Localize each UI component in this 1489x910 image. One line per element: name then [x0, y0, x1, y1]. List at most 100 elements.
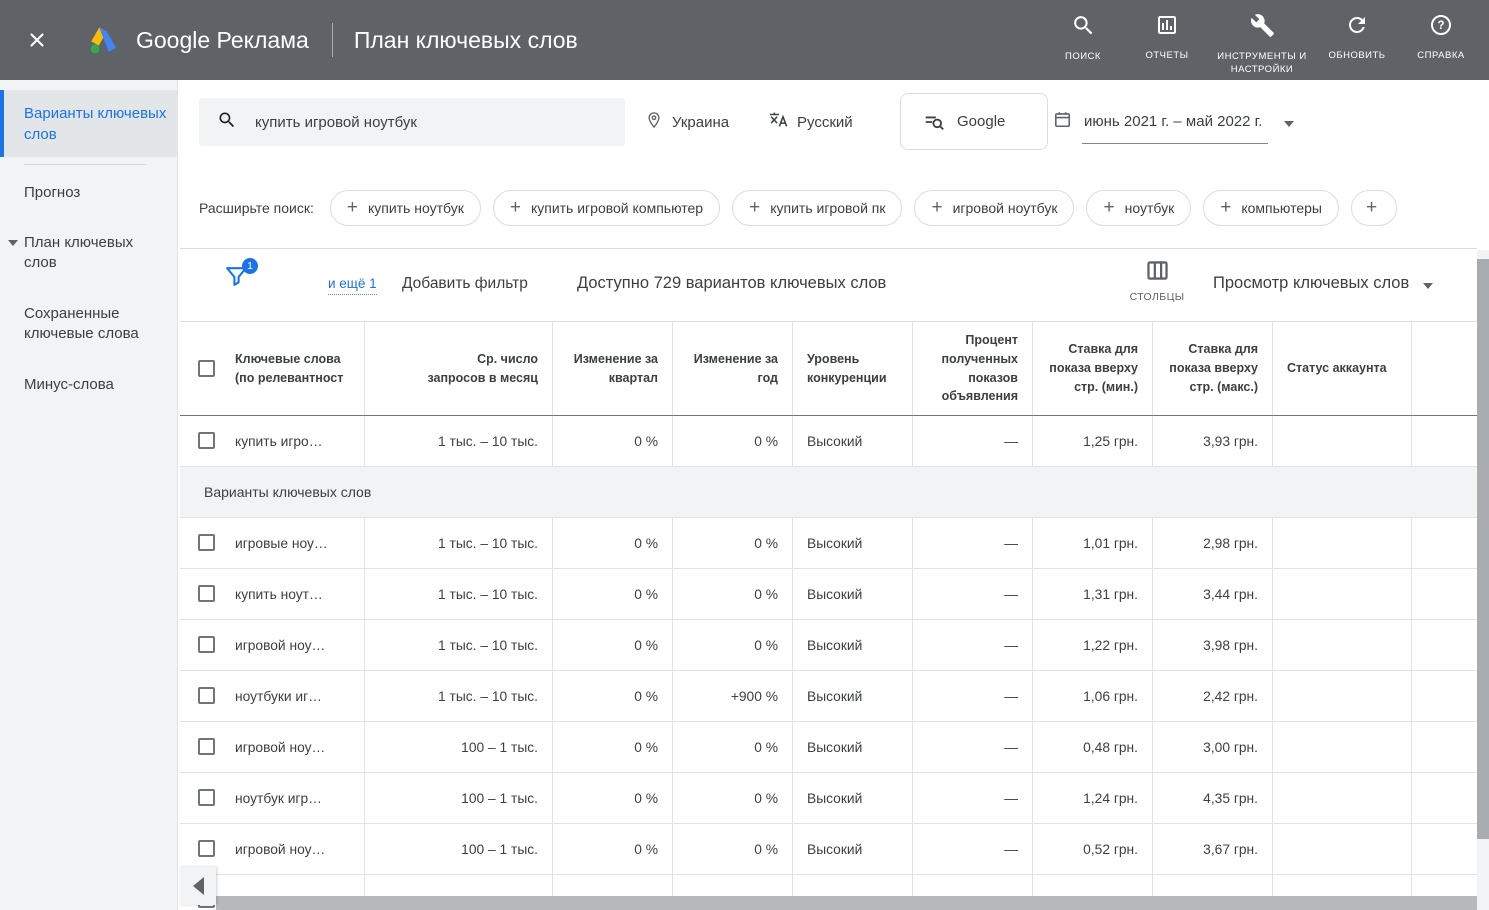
add-filter-button[interactable]: Добавить фильтр	[402, 275, 528, 293]
avg-monthly-searches-cell: 1 тыс. – 10 тыс.	[365, 518, 553, 568]
location-selector[interactable]: Украина	[645, 98, 729, 146]
top-bar: Google Реклама План ключевых слов ПОИСК …	[0, 0, 1489, 80]
wrench-icon	[1250, 13, 1275, 43]
header-avg-monthly-searches[interactable]: Ср. число запросов в месяц	[365, 322, 553, 415]
expand-keyword-chip[interactable]: + компьютеры	[1203, 190, 1339, 226]
table-body: купить игро… 1 тыс. – 10 тыс. 0 % 0 % Вы…	[180, 416, 1477, 910]
expand-keyword-chip[interactable]: + купить игровой компьютер	[493, 190, 720, 226]
expand-keyword-chip[interactable]: +	[1351, 190, 1397, 226]
header-quarter-change[interactable]: Изменение за квартал	[553, 322, 673, 415]
keyword-text: игровой ноу…	[235, 638, 325, 653]
row-checkbox[interactable]	[198, 840, 215, 857]
view-selector[interactable]: Просмотр ключевых слов	[1213, 274, 1433, 293]
bid-low-cell: 1,22 грн.	[1033, 620, 1153, 670]
vertical-scrollbar-thumb[interactable]	[1477, 259, 1489, 839]
table-row[interactable]: купить игро… 1 тыс. – 10 тыс. 0 % 0 % Вы…	[180, 416, 1477, 467]
table-row[interactable]: купить ноут… 1 тыс. – 10 тыс. 0 % 0 % Вы…	[180, 569, 1477, 620]
row-checkbox[interactable]	[198, 585, 215, 602]
keyword-cell: купить игро…	[180, 416, 365, 466]
vertical-scrollbar[interactable]	[1477, 250, 1489, 910]
language-icon	[768, 110, 788, 134]
header-ad-impression-share[interactable]: Процент полученных показов объявления	[913, 322, 1033, 415]
sidebar-item-keyword-plan[interactable]: План ключевых слов	[0, 233, 169, 273]
location-value: Украина	[672, 114, 729, 131]
help-button[interactable]: ? СПРАВКА	[1399, 13, 1483, 62]
results-summary: Доступно 729 вариантов ключевых слов	[577, 274, 886, 293]
horizontal-scrollbar-thumb[interactable]	[216, 896, 1489, 910]
competition-cell: Высокий	[793, 773, 913, 823]
chip-label: купить ноутбук	[368, 200, 464, 216]
sidebar-item-label: Варианты ключевых слов	[24, 103, 177, 145]
location-pin-icon	[645, 110, 663, 135]
row-checkbox[interactable]	[198, 636, 215, 653]
table-row[interactable]: ноутбук игр… 100 – 1 тыс. 0 % 0 % Высоки…	[180, 773, 1477, 824]
plus-icon: +	[1220, 197, 1231, 219]
help-button-label: СПРАВКА	[1417, 49, 1464, 62]
header-year-change[interactable]: Изменение за год	[673, 322, 793, 415]
header-top-of-page-bid-low[interactable]: Ставка для показа вверху стр. (мин.)	[1033, 322, 1153, 415]
header-keywords[interactable]: Ключевые слова (по релевантност	[180, 322, 365, 415]
expand-keyword-chip[interactable]: + ноутбук	[1086, 190, 1191, 226]
expand-keyword-chip[interactable]: + игровой ноутбук	[914, 190, 1074, 226]
network-selector[interactable]: Google	[900, 93, 1048, 150]
close-icon[interactable]	[26, 29, 48, 51]
reports-button[interactable]: ОТЧЕТЫ	[1125, 13, 1209, 62]
reports-button-label: ОТЧЕТЫ	[1145, 49, 1188, 62]
sidebar-item-keyword-ideas[interactable]: Варианты ключевых слов	[0, 90, 177, 157]
bid-low-cell: 0,48 грн.	[1033, 722, 1153, 772]
row-checkbox[interactable]	[198, 687, 215, 704]
columns-button[interactable]: СТОЛБЦЫ	[1115, 261, 1199, 303]
year-change-cell: 0 %	[673, 773, 793, 823]
sidebar-item-forecast[interactable]: Прогноз	[0, 183, 169, 203]
google-ads-logo-icon	[86, 25, 120, 55]
search-button-label: ПОИСК	[1065, 50, 1101, 63]
chip-label: купить игровой пк	[770, 200, 885, 216]
tools-settings-button[interactable]: ИНСТРУМЕНТЫ И НАСТРОЙКИ	[1209, 13, 1315, 77]
network-value: Google	[957, 113, 1005, 130]
more-filters-link[interactable]: и ещё 1	[328, 276, 377, 295]
bid-high-cell: 4,35 грн.	[1153, 773, 1273, 823]
avg-monthly-searches-cell: 1 тыс. – 10 тыс.	[365, 671, 553, 721]
plus-icon: +	[1366, 197, 1377, 219]
keyword-search-input[interactable]: купить игровой ноутбук	[199, 98, 625, 146]
refresh-button[interactable]: ОБНОВИТЬ	[1315, 13, 1399, 62]
scroll-left-button[interactable]	[180, 867, 216, 905]
row-checkbox[interactable]	[198, 534, 215, 551]
search-icon	[1071, 13, 1096, 43]
header-account-status[interactable]: Статус аккаунта	[1273, 322, 1412, 415]
expand-keyword-chip[interactable]: + купить ноутбук	[330, 190, 481, 226]
table-row[interactable]: игровой ноу… 100 – 1 тыс. 0 % 0 % Высоки…	[180, 722, 1477, 773]
header-label: Статус аккаунта	[1287, 359, 1387, 378]
chevron-down-icon	[1423, 283, 1433, 289]
refresh-icon	[1345, 13, 1369, 42]
bid-low-cell: 0,52 грн.	[1033, 824, 1153, 874]
table-row[interactable]: игровой ноу… 1 тыс. – 10 тыс. 0 % 0 % Вы…	[180, 620, 1477, 671]
table-row[interactable]: игровые ноу… 1 тыс. – 10 тыс. 0 % 0 % Вы…	[180, 518, 1477, 569]
columns-button-label: СТОЛБЦЫ	[1130, 291, 1185, 303]
search-button[interactable]: ПОИСК	[1041, 13, 1125, 63]
date-range-selector[interactable]: июнь 2021 г. – май 2022 г.	[1053, 98, 1294, 146]
ad-impression-share-cell: —	[913, 773, 1033, 823]
expand-keyword-chip[interactable]: + купить игровой пк	[732, 190, 902, 226]
table-row[interactable]: ноутбуки иг… 1 тыс. – 10 тыс. 0 % +900 %…	[180, 671, 1477, 722]
bid-low-cell: 1,24 грн.	[1033, 773, 1153, 823]
header-competition[interactable]: Уровень конкуренции	[793, 322, 913, 415]
table-header-row: Ключевые слова (по релевантност Ср. числ…	[180, 322, 1477, 417]
select-all-checkbox[interactable]	[198, 360, 215, 377]
row-checkbox[interactable]	[198, 789, 215, 806]
competition-cell: Высокий	[793, 824, 913, 874]
avg-monthly-searches-cell: 1 тыс. – 10 тыс.	[365, 569, 553, 619]
sidebar-item-negative-keywords[interactable]: Минус-слова	[0, 375, 169, 395]
row-checkbox[interactable]	[198, 738, 215, 755]
year-change-cell: 0 %	[673, 620, 793, 670]
table-row[interactable]: игровой ноу… 100 – 1 тыс. 0 % 0 % Высоки…	[180, 824, 1477, 875]
header-top-of-page-bid-high[interactable]: Ставка для показа вверху стр. (макс.)	[1153, 322, 1273, 415]
refresh-button-label: ОБНОВИТЬ	[1328, 49, 1385, 62]
row-checkbox[interactable]	[198, 432, 215, 449]
language-selector[interactable]: Русский	[768, 98, 853, 146]
horizontal-scrollbar[interactable]	[216, 896, 1489, 910]
plus-icon: +	[510, 197, 521, 219]
avg-monthly-searches-cell: 1 тыс. – 10 тыс.	[365, 416, 553, 466]
arrow-left-icon	[193, 877, 204, 895]
sidebar-item-saved-keywords[interactable]: Сохраненные ключевые слова	[0, 304, 169, 344]
